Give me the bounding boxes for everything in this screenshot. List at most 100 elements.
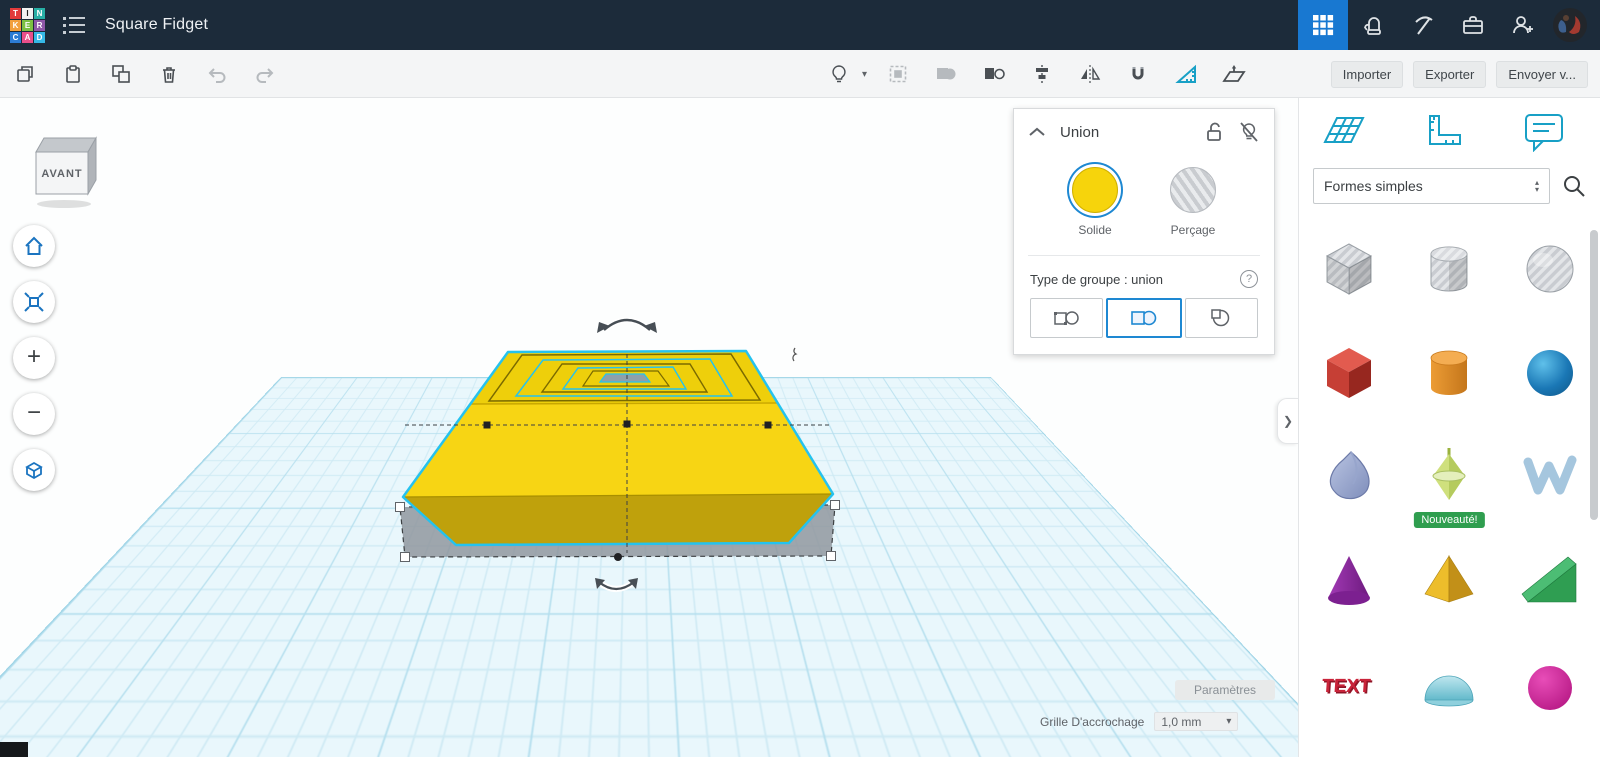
rotate-handle-top[interactable] <box>597 317 657 333</box>
hole-swatch <box>1170 167 1216 213</box>
shape-sphere[interactable] <box>1500 320 1600 424</box>
invite-button[interactable] <box>1498 0 1548 50</box>
hint-caret-icon[interactable]: ▾ <box>862 69 867 80</box>
magnet-button[interactable] <box>1121 57 1155 91</box>
snap-grid-select[interactable]: 1,0 mm ▾ <box>1154 712 1239 731</box>
briefcase-icon <box>1463 16 1483 34</box>
pickaxe-button[interactable] <box>1398 0 1448 50</box>
new-badge: Nouveauté! <box>1414 512 1485 528</box>
search-icon[interactable] <box>1562 174 1586 198</box>
show-all-button[interactable] <box>881 57 915 91</box>
rotate-handle-bottom[interactable] <box>595 578 638 592</box>
ungroup-button[interactable] <box>977 57 1011 91</box>
shape-box-hole[interactable] <box>1299 216 1399 320</box>
keep-colors-icon <box>1053 311 1079 325</box>
scale-handle[interactable] <box>483 421 491 429</box>
scale-handle[interactable] <box>623 420 631 428</box>
corner-handle[interactable] <box>400 552 410 562</box>
paste-button[interactable] <box>56 57 90 91</box>
shape-cylinder-hole[interactable] <box>1399 216 1499 320</box>
logo-tile: R <box>34 19 45 31</box>
view-cube-label: AVANT <box>41 168 82 180</box>
zoom-out-button[interactable]: − <box>13 393 55 435</box>
perspective-toggle-button[interactable] <box>13 449 55 491</box>
lock-icon[interactable] <box>1204 121 1224 143</box>
redo-icon <box>256 68 274 83</box>
shape-cylinder[interactable] <box>1399 320 1499 424</box>
group-type-subtract-button[interactable] <box>1184 298 1258 338</box>
corner-handle[interactable] <box>826 551 836 561</box>
shape-category-select[interactable]: Formes simples ▴ ▾ <box>1313 168 1550 204</box>
selected-object[interactable] <box>401 349 835 547</box>
align-button[interactable] <box>1025 57 1059 91</box>
glove-button[interactable] <box>1348 0 1398 50</box>
send-button[interactable]: Envoyer v... <box>1496 60 1588 88</box>
sidebar-scrollbar[interactable] <box>1590 230 1598 520</box>
duplicate-button[interactable] <box>104 57 138 91</box>
shape-scribble[interactable] <box>1500 424 1600 528</box>
sidebar-tools <box>1299 98 1600 152</box>
snap-grid-label: Grille D'accrochage <box>1040 714 1145 729</box>
scale-handle[interactable] <box>764 421 772 429</box>
notes-icon[interactable] <box>1522 110 1566 152</box>
zoom-in-button[interactable]: + <box>13 337 55 379</box>
group-button[interactable] <box>929 57 963 91</box>
shape-spinning-top[interactable]: Nouveauté! <box>1399 424 1499 528</box>
group-type-union-button[interactable] <box>1106 298 1182 338</box>
shape-wedge[interactable] <box>1500 528 1600 632</box>
shape-teardrop[interactable] <box>1299 424 1399 528</box>
hint-button[interactable] <box>822 57 856 91</box>
shape-torus[interactable] <box>1500 632 1600 736</box>
redo-button[interactable] <box>248 57 282 91</box>
trash-icon <box>163 67 175 83</box>
hide-icon[interactable] <box>1238 121 1260 143</box>
shape-cone[interactable] <box>1299 528 1399 632</box>
home-view-button[interactable] <box>13 225 55 267</box>
workplane-tool-button[interactable] <box>1217 57 1251 91</box>
shape-half-sphere[interactable] <box>1399 632 1499 736</box>
view-cube[interactable]: AVANT <box>26 126 104 210</box>
fit-view-button[interactable] <box>13 281 55 323</box>
tinkercad-logo[interactable]: T I N K E R C A D <box>10 7 45 43</box>
undo-icon <box>208 68 226 83</box>
logo-tile: D <box>34 31 45 43</box>
mirror-button[interactable] <box>1073 57 1107 91</box>
shape-box[interactable] <box>1299 320 1399 424</box>
workplane-helper-icon[interactable] <box>1321 110 1367 150</box>
shapes-panel-button[interactable] <box>1298 0 1348 50</box>
shape-sphere-hole[interactable] <box>1500 216 1600 320</box>
copy-button[interactable] <box>8 57 42 91</box>
briefcase-button[interactable] <box>1448 0 1498 50</box>
collapse-chevron-icon[interactable] <box>1028 127 1046 137</box>
solid-option[interactable]: Solide <box>1072 167 1118 237</box>
top-bar-actions <box>1298 0 1600 50</box>
shape-text[interactable]: TEXT TEXT <box>1299 632 1399 736</box>
group-type-row: Type de groupe : union ? <box>1014 256 1274 288</box>
mirror-icon <box>1081 65 1101 83</box>
hole-option[interactable]: Perçage <box>1170 167 1216 237</box>
logo-tile: K <box>10 19 21 31</box>
shape-pyramid[interactable] <box>1399 528 1499 632</box>
mid-handle[interactable] <box>614 553 622 561</box>
export-button[interactable]: Exporter <box>1413 60 1487 88</box>
help-icon[interactable]: ? <box>1240 270 1258 288</box>
undo-button[interactable] <box>200 57 234 91</box>
pickaxe-icon <box>1415 16 1433 35</box>
logo-tile: N <box>34 7 45 19</box>
import-button[interactable]: Importer <box>1330 60 1404 88</box>
magnet-icon <box>1132 67 1144 80</box>
settings-button[interactable]: Paramètres <box>1175 680 1275 700</box>
ruler-helper-icon[interactable] <box>1424 110 1466 150</box>
solid-swatch <box>1072 167 1118 213</box>
sidebar-collapse-handle[interactable]: ❯ <box>1277 398 1298 444</box>
corner-handle[interactable] <box>830 500 840 510</box>
paste-icon <box>66 65 80 83</box>
group-type-keep-colors-button[interactable] <box>1030 298 1104 338</box>
duplicate-icon <box>112 65 130 83</box>
ruler-tool-button[interactable] <box>1169 57 1203 91</box>
delete-button[interactable] <box>152 57 186 91</box>
corner-handle[interactable] <box>395 502 405 512</box>
menu-list-icon[interactable] <box>63 13 85 38</box>
solid-hole-options: Solide Perçage <box>1014 153 1274 241</box>
account-avatar[interactable] <box>1548 8 1592 42</box>
